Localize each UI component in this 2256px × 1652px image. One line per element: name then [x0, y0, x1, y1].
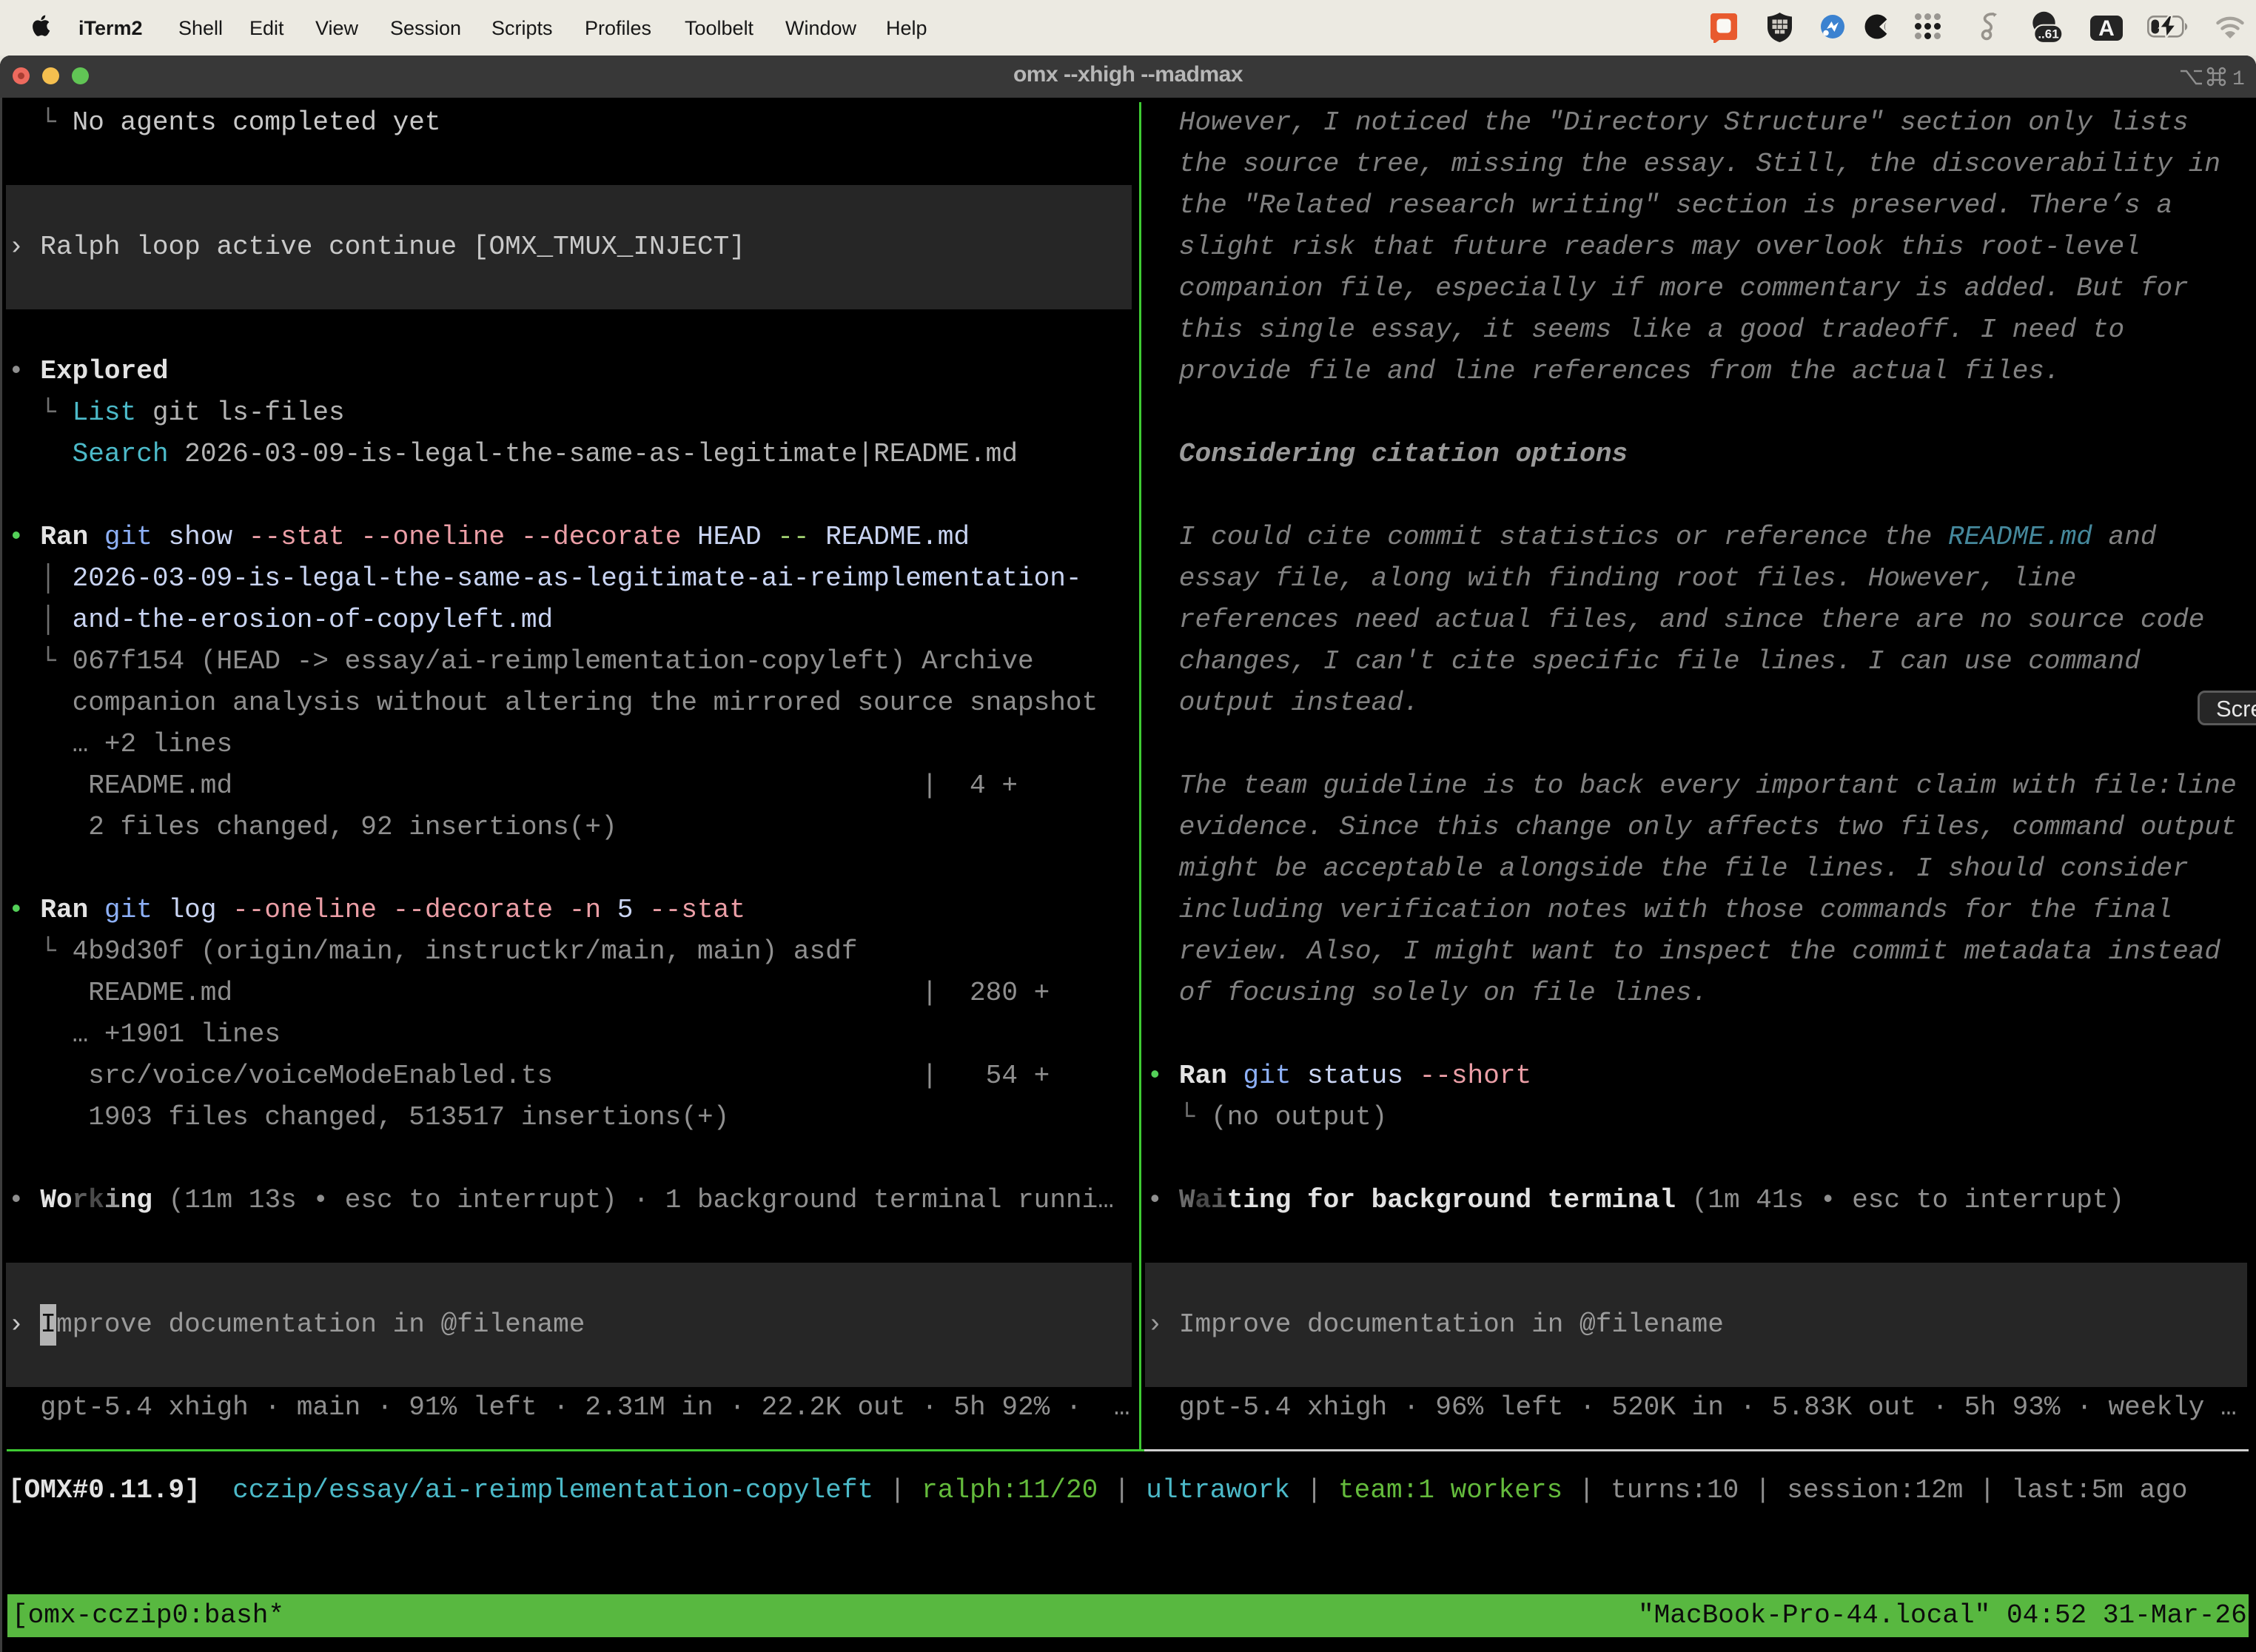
svg-text:1: 1: [2232, 68, 2245, 88]
svg-text:..61: ..61: [2038, 27, 2058, 41]
